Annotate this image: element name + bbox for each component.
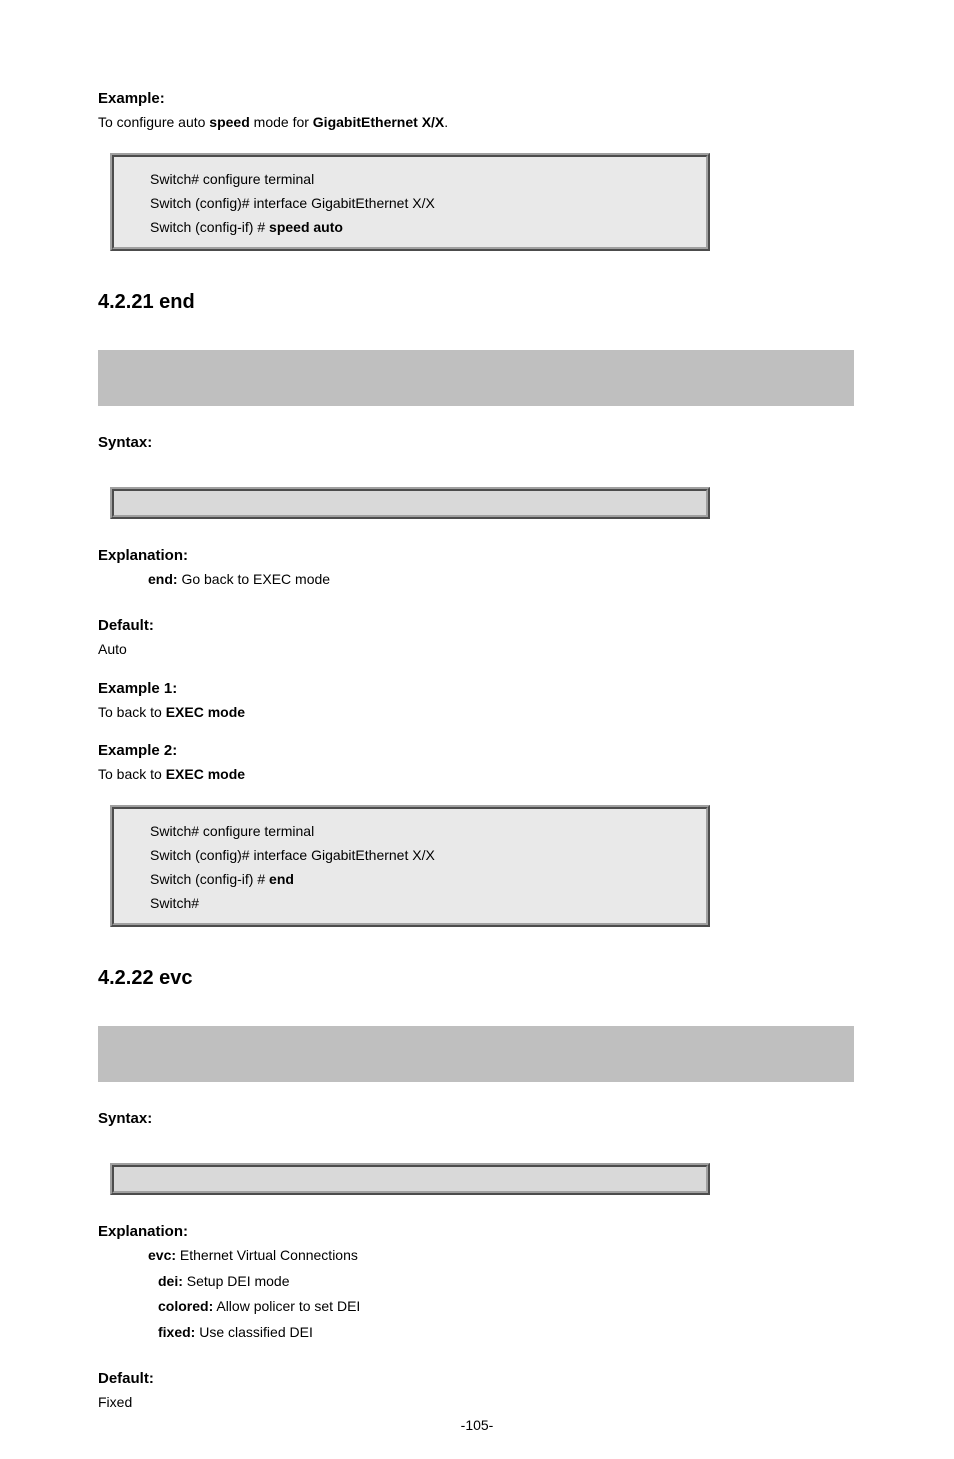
evc-bold: evc:	[148, 1247, 176, 1263]
code-line: Switch (config)# interface GigabitEthern…	[114, 843, 706, 867]
ex1-bold: EXEC mode	[166, 704, 245, 720]
page-number: -105-	[0, 1417, 954, 1433]
ex1-prefix: To back to	[98, 704, 166, 720]
syntax-bar-evc	[110, 1163, 710, 1195]
colored-line: colored: Allow policer to set DEI	[98, 1297, 856, 1317]
command-banner-evc	[98, 1026, 854, 1082]
ex2-bold: EXEC mode	[166, 766, 245, 782]
page-container: { "intro": { "example_heading": "Example…	[0, 0, 954, 1459]
syntax-heading: Syntax:	[98, 434, 856, 451]
section-name: evc	[159, 967, 192, 989]
code-text: Switch (config-if) #	[150, 871, 269, 887]
code-line: Switch#	[114, 891, 706, 915]
explanation-heading: Explanation:	[98, 547, 856, 564]
example1-heading: Example 1:	[98, 680, 856, 697]
section-num: 4.2.21	[98, 291, 159, 313]
intro-text: To configure auto	[98, 114, 209, 130]
intro-bold-speed: speed	[209, 114, 249, 130]
section-heading-evc: 4.2.22 evc	[98, 967, 856, 990]
default-value: Auto	[98, 640, 856, 660]
syntax-heading-evc: Syntax:	[98, 1110, 856, 1127]
section-heading-end: 4.2.21 end	[98, 291, 856, 314]
dei-text: Setup DEI mode	[187, 1273, 290, 1289]
code-box-1: Switch# configure terminal Switch (confi…	[110, 153, 710, 251]
example2-line: To back to EXEC mode	[98, 765, 856, 785]
colored-text: Allow policer to set DEI	[213, 1298, 360, 1314]
dei-line: dei: Setup DEI mode	[98, 1272, 856, 1292]
code-line: Switch# configure terminal	[114, 819, 706, 843]
explanation-line: end: Go back to EXEC mode	[98, 570, 856, 590]
example2-heading: Example 2:	[98, 742, 856, 759]
code-line: Switch# configure terminal	[114, 167, 706, 191]
code-line: Switch (config)# interface GigabitEthern…	[114, 191, 706, 215]
code-box-2: Switch# configure terminal Switch (confi…	[110, 805, 710, 927]
ex2-prefix: To back to	[98, 766, 166, 782]
intro-line: To configure auto speed mode for Gigabit…	[98, 113, 856, 133]
section-name: end	[159, 291, 195, 313]
dei-bold: dei:	[158, 1273, 187, 1289]
explanation-heading-evc: Explanation:	[98, 1223, 856, 1240]
default-heading-evc: Default:	[98, 1370, 856, 1387]
end-label: end:	[148, 571, 181, 587]
end-desc: Go back to EXEC mode	[181, 571, 330, 587]
code-bold: end	[269, 871, 294, 887]
colored-bold: colored:	[158, 1298, 213, 1314]
default-heading: Default:	[98, 617, 856, 634]
example1-line: To back to EXEC mode	[98, 703, 856, 723]
section-num: 4.2.22	[98, 967, 159, 989]
evc-line: evc: Ethernet Virtual Connections	[98, 1246, 856, 1266]
default-value-evc: Fixed	[98, 1393, 856, 1413]
fixed-line: fixed: Use classified DEI	[98, 1323, 856, 1343]
intro-mid: mode for	[250, 114, 313, 130]
code-line: Switch (config-if) # speed auto	[114, 215, 706, 239]
fixed-text: Use classified DEI	[199, 1324, 313, 1340]
evc-text: Ethernet Virtual Connections	[176, 1247, 358, 1263]
intro-suffix: .	[444, 114, 448, 130]
command-banner-end	[98, 350, 854, 406]
fixed-bold: fixed:	[158, 1324, 199, 1340]
code-bold: speed auto	[269, 219, 343, 235]
code-line: Switch (config-if) # end	[114, 867, 706, 891]
code-text: Switch (config-if) #	[150, 219, 269, 235]
syntax-bar-end	[110, 487, 710, 519]
example-heading: Example:	[98, 90, 856, 107]
intro-bold-ge: GigabitEthernet X/X	[313, 114, 444, 130]
